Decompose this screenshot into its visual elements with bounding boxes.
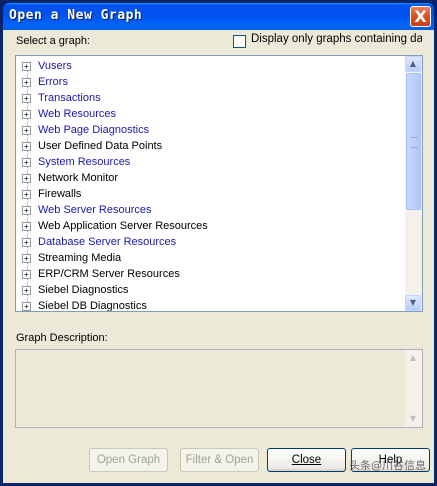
window-title: Open a New Graph [9,8,143,23]
tree-item[interactable]: + Siebel Diagnostics [16,282,404,298]
tree-item[interactable]: + Vusers [16,58,404,74]
expand-icon[interactable]: + [22,62,31,71]
scroll-thumb[interactable] [406,73,421,210]
tree-item-label[interactable]: User Defined Data Points [38,138,162,154]
expand-icon[interactable]: + [22,270,31,279]
dialog-body: Select a graph: Display only graphs cont… [3,30,434,483]
tree-item[interactable]: + Network Monitor [16,170,404,186]
open-graph-button[interactable]: Open Graph [89,448,168,472]
expand-icon[interactable]: + [22,174,31,183]
tree-item[interactable]: + ERP/CRM Server Resources [16,266,404,282]
expand-icon[interactable]: + [22,206,31,215]
tree-item-label[interactable]: Web Server Resources [38,202,152,218]
expand-icon[interactable]: + [22,302,31,311]
tree-item[interactable]: + System Resources [16,154,404,170]
data-only-checkbox-label[interactable]: Display only graphs containing data [251,33,422,45]
tree-item-label[interactable]: Firewalls [38,186,81,202]
tree-item-label[interactable]: Web Application Server Resources [38,218,208,234]
expand-icon[interactable]: + [22,142,31,151]
expand-icon[interactable]: + [22,254,31,263]
filter-open-button[interactable]: Filter & Open [180,448,259,472]
data-only-checkbox[interactable] [233,35,246,48]
tree-item-label[interactable]: Streaming Media [38,250,121,266]
tree-item[interactable]: + Web Resources [16,106,404,122]
tree-item-label[interactable]: Siebel Diagnostics [38,282,129,298]
tree-item-label[interactable]: Transactions [38,90,101,106]
tree-scrollbar[interactable]: ▲ ▼ [405,56,422,311]
close-button-label: Close [291,454,322,466]
expand-icon[interactable]: + [22,190,31,199]
tree-item-label[interactable]: Errors [38,74,68,90]
graph-description-box: ▲ ▼ [15,349,423,428]
desc-scroll-down-icon[interactable]: ▼ [405,411,421,427]
expand-icon[interactable]: + [22,94,31,103]
tree-item[interactable]: + Database Server Resources [16,234,404,250]
expand-icon[interactable]: + [22,286,31,295]
grip-icon [411,137,418,148]
select-graph-label: Select a graph: [16,35,90,47]
tree-item-label[interactable]: Network Monitor [38,170,118,186]
tree-item[interactable]: + Firewalls [16,186,404,202]
tree-item[interactable]: + Web Server Resources [16,202,404,218]
expand-icon[interactable]: + [22,238,31,247]
open-graph-dialog: Open a New Graph X Select a graph: Displ… [0,0,437,486]
close-button[interactable]: Close [267,448,346,472]
watermark: 头条@川谷信息 [349,459,426,472]
tree-item[interactable]: + Errors [16,74,404,90]
scroll-up-icon[interactable]: ▲ [405,56,421,72]
expand-icon[interactable]: + [22,126,31,135]
close-window-button[interactable]: X [410,6,431,27]
tree-item-label[interactable]: ERP/CRM Server Resources [38,266,180,282]
tree-item-label[interactable]: Vusers [38,58,72,74]
tree-item-label[interactable]: Siebel DB Diagnostics [38,298,147,311]
expand-icon[interactable]: + [22,158,31,167]
scroll-down-icon[interactable]: ▼ [405,295,421,311]
tree-item-label[interactable]: Web Page Diagnostics [38,122,149,138]
tree-item[interactable]: + Streaming Media [16,250,404,266]
tree-item[interactable]: + Transactions [16,90,404,106]
tree-item[interactable]: + Siebel DB Diagnostics [16,298,404,311]
tree-item[interactable]: + Web Application Server Resources [16,218,404,234]
tree-item-label[interactable]: Database Server Resources [38,234,176,250]
tree-item[interactable]: + Web Page Diagnostics [16,122,404,138]
desc-scroll-up-icon[interactable]: ▲ [405,350,421,366]
graph-tree[interactable]: ▲ ▼ + Vusers + Errors + Transactions + Web Reso… [15,55,423,312]
tree-item-label[interactable]: Web Resources [38,106,116,122]
expand-icon[interactable]: + [22,110,31,119]
title-bar[interactable]: Open a New Graph X [3,3,434,30]
expand-icon[interactable]: + [22,222,31,231]
expand-icon[interactable]: + [22,78,31,87]
description-scrollbar[interactable]: ▲ ▼ [405,350,422,427]
tree-item[interactable]: + User Defined Data Points [16,138,404,154]
graph-description-label: Graph Description: [16,332,108,344]
tree-item-label[interactable]: System Resources [38,154,130,170]
